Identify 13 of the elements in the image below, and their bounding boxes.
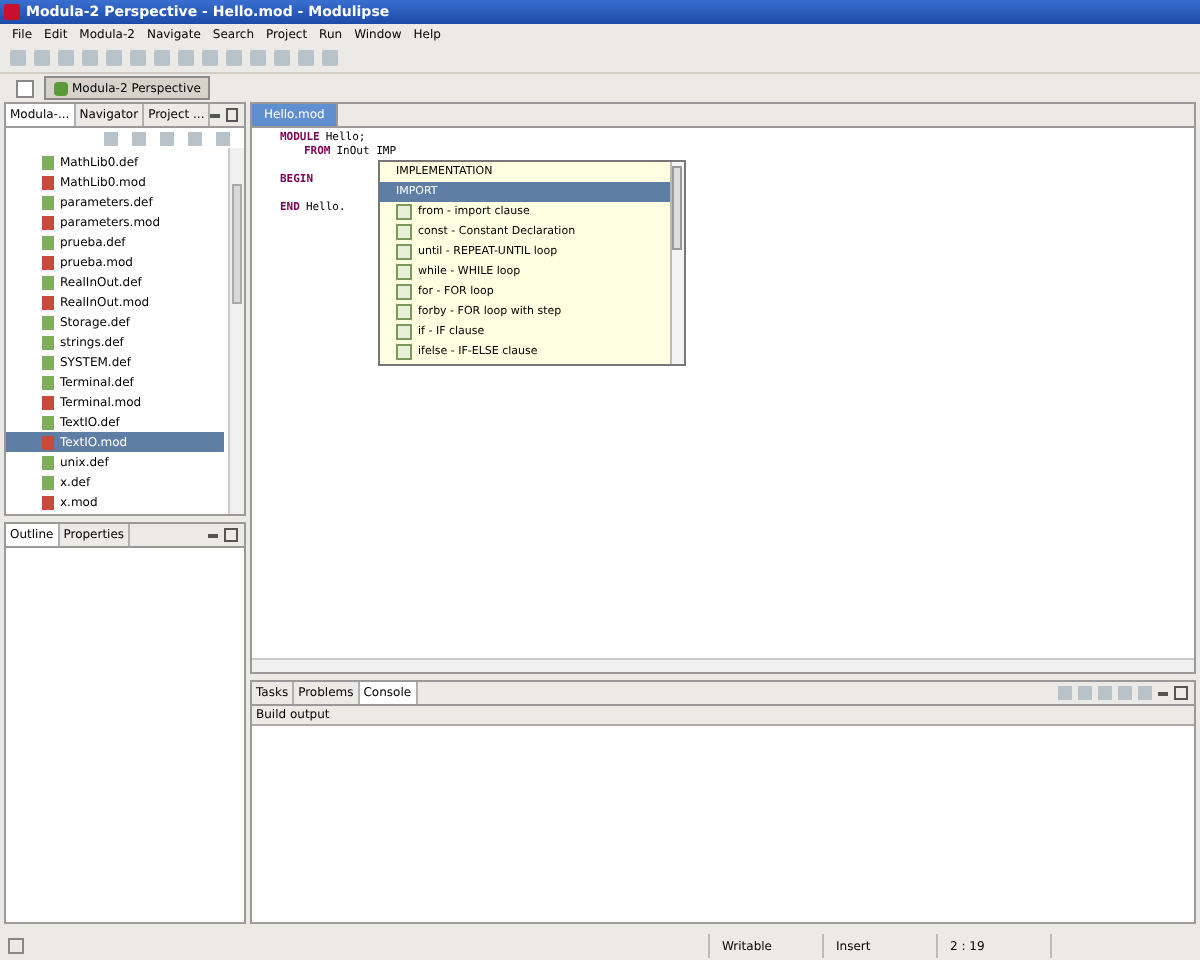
code-editor[interactable]: [252, 128, 1194, 672]
maximize-icon[interactable]: [224, 528, 238, 542]
minimize-icon[interactable]: [1158, 691, 1168, 695]
open-perspective-icon[interactable]: [16, 79, 34, 97]
status-icon: [8, 938, 24, 954]
scrollbar[interactable]: [670, 162, 684, 364]
scrollbar[interactable]: [228, 148, 244, 514]
minimize-icon[interactable]: [210, 113, 220, 117]
maximize-icon[interactable]: [1174, 686, 1188, 700]
app-icon: [4, 4, 20, 20]
maximize-icon[interactable]: [225, 108, 238, 122]
scrollbar[interactable]: [252, 658, 1194, 672]
minimize-icon[interactable]: [208, 533, 218, 537]
